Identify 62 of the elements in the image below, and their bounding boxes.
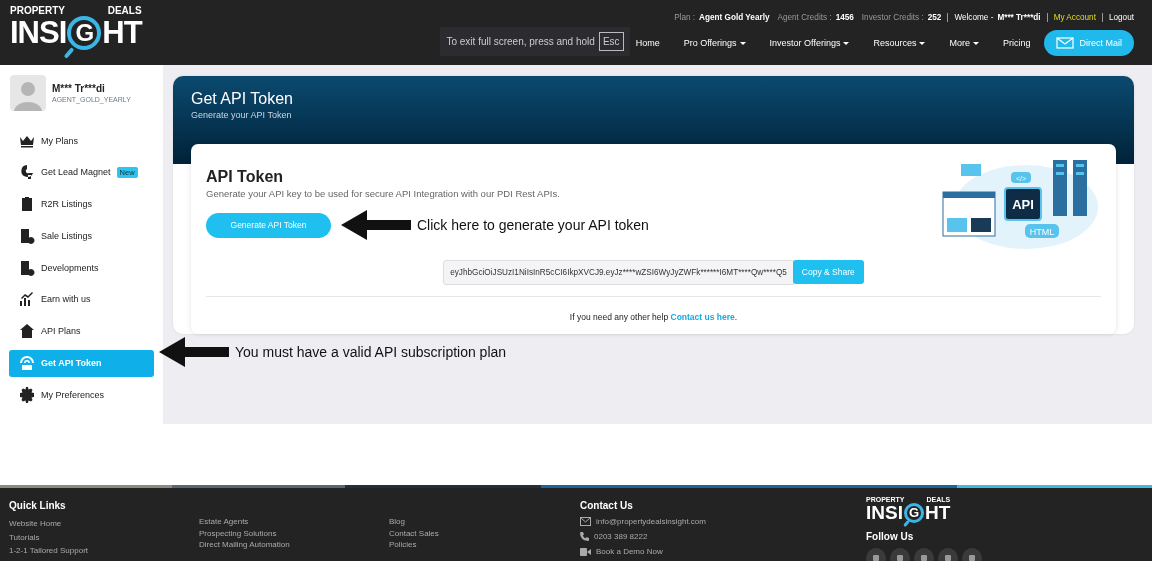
investor-credits-label: Investor Credits : xyxy=(861,13,924,22)
profile-name: M*** Tr***di xyxy=(52,83,106,94)
footer-link[interactable]: Contact Sales xyxy=(389,528,579,538)
logout-link[interactable]: Logout xyxy=(1108,13,1134,22)
footer-link[interactable]: Website Home xyxy=(9,519,199,528)
sidebar-item[interactable]: My Preferences xyxy=(9,381,154,409)
html-tag-text: HTML xyxy=(1029,226,1055,237)
nav-link[interactable]: Investor Offerings xyxy=(757,38,862,48)
envelope-icon xyxy=(580,517,591,526)
envelope-icon xyxy=(1056,37,1075,49)
nav-link[interactable]: Resources xyxy=(861,38,938,48)
video-camera-icon xyxy=(580,547,591,556)
sidebar-item[interactable]: Earn with us xyxy=(9,286,154,313)
my-account-link[interactable]: My Account xyxy=(1053,13,1096,22)
sidebar-item[interactable]: My Plans xyxy=(9,127,154,154)
phone-icon xyxy=(580,532,589,541)
card-description: Generate your API key to be used for secure API Integration with our PDI Rest APIs. xyxy=(206,188,561,199)
plan-value: Agent Gold Yearly xyxy=(699,13,770,22)
page-subtitle: Generate your API Token xyxy=(191,110,293,120)
sidebar-item[interactable]: R2R Listings xyxy=(9,190,154,218)
contact-heading: Contact Us xyxy=(580,500,634,511)
nav-link[interactable]: Pro Offerings xyxy=(671,38,758,48)
clipboard-icon xyxy=(19,196,35,213)
plan-label: Plan : xyxy=(674,13,696,22)
nav-link[interactable]: Pricing xyxy=(990,38,1043,48)
pointer-arrow xyxy=(159,337,229,367)
chip-label: API xyxy=(1012,197,1034,212)
footer-link[interactable]: Tutorials xyxy=(9,532,199,542)
help-text: If you need any other help Contact us here. xyxy=(568,312,739,322)
email-link[interactable]: info@propertydealsinsight.com xyxy=(596,517,706,526)
site-logo[interactable]: PROPERTY DEALS INSI G HT xyxy=(10,6,145,62)
footer-link[interactable]: Blog xyxy=(389,517,579,526)
gear-icon xyxy=(19,386,35,403)
book-demo-link[interactable]: Book a Demo Now xyxy=(596,547,663,556)
sidebar-item[interactable]: API Plans xyxy=(9,317,154,345)
footer-link[interactable]: Estate Agents xyxy=(199,517,389,526)
page-title: Get API Token xyxy=(191,90,294,108)
pointer-arrow xyxy=(341,210,411,240)
footer-link[interactable]: Direct Mailing Automation xyxy=(199,540,389,550)
signal-icon xyxy=(19,355,35,372)
fullscreen-toast: To exit full screen, press and hold Esc xyxy=(440,27,630,56)
quick-links-heading: Quick Links xyxy=(9,500,67,511)
user-name: M*** Tr***di xyxy=(997,13,1041,22)
footer-link[interactable]: Policies xyxy=(389,540,579,550)
avatar-icon xyxy=(10,75,46,111)
investor-credits-value: 252 xyxy=(927,13,942,22)
annotation-text: Click here to generate your API token xyxy=(417,217,649,233)
welcome-text: Welcome - xyxy=(954,13,994,22)
sidebar-item[interactable]: Sale Listings xyxy=(9,222,154,250)
nav-link[interactable]: More xyxy=(937,38,991,48)
agent-credits-value: 1456 xyxy=(835,13,854,22)
card-title: API Token xyxy=(206,168,285,186)
annotation-text: You must have a valid API subscription plan xyxy=(235,344,507,360)
follow-heading: Follow Us xyxy=(866,531,915,542)
chart-icon xyxy=(19,291,35,308)
phone-link[interactable]: 0203 389 8222 xyxy=(594,532,648,541)
footer-link[interactable]: Prospecting Solutions xyxy=(199,528,389,538)
sidebar-item[interactable]: Developments xyxy=(9,254,154,282)
api-token-field[interactable]: eyJhbGciOiJSUzI1NiIsInR5cCI6IkpXVCJ9.eyJz****wZSI6WyJyZWFk******I6MT****Qw****Q5 xyxy=(443,260,794,285)
house-icon xyxy=(19,323,35,340)
footer-link[interactable]: 1-2-1 Tailored Support xyxy=(9,546,199,556)
agent-credits-label: Agent Credits : xyxy=(777,13,832,22)
